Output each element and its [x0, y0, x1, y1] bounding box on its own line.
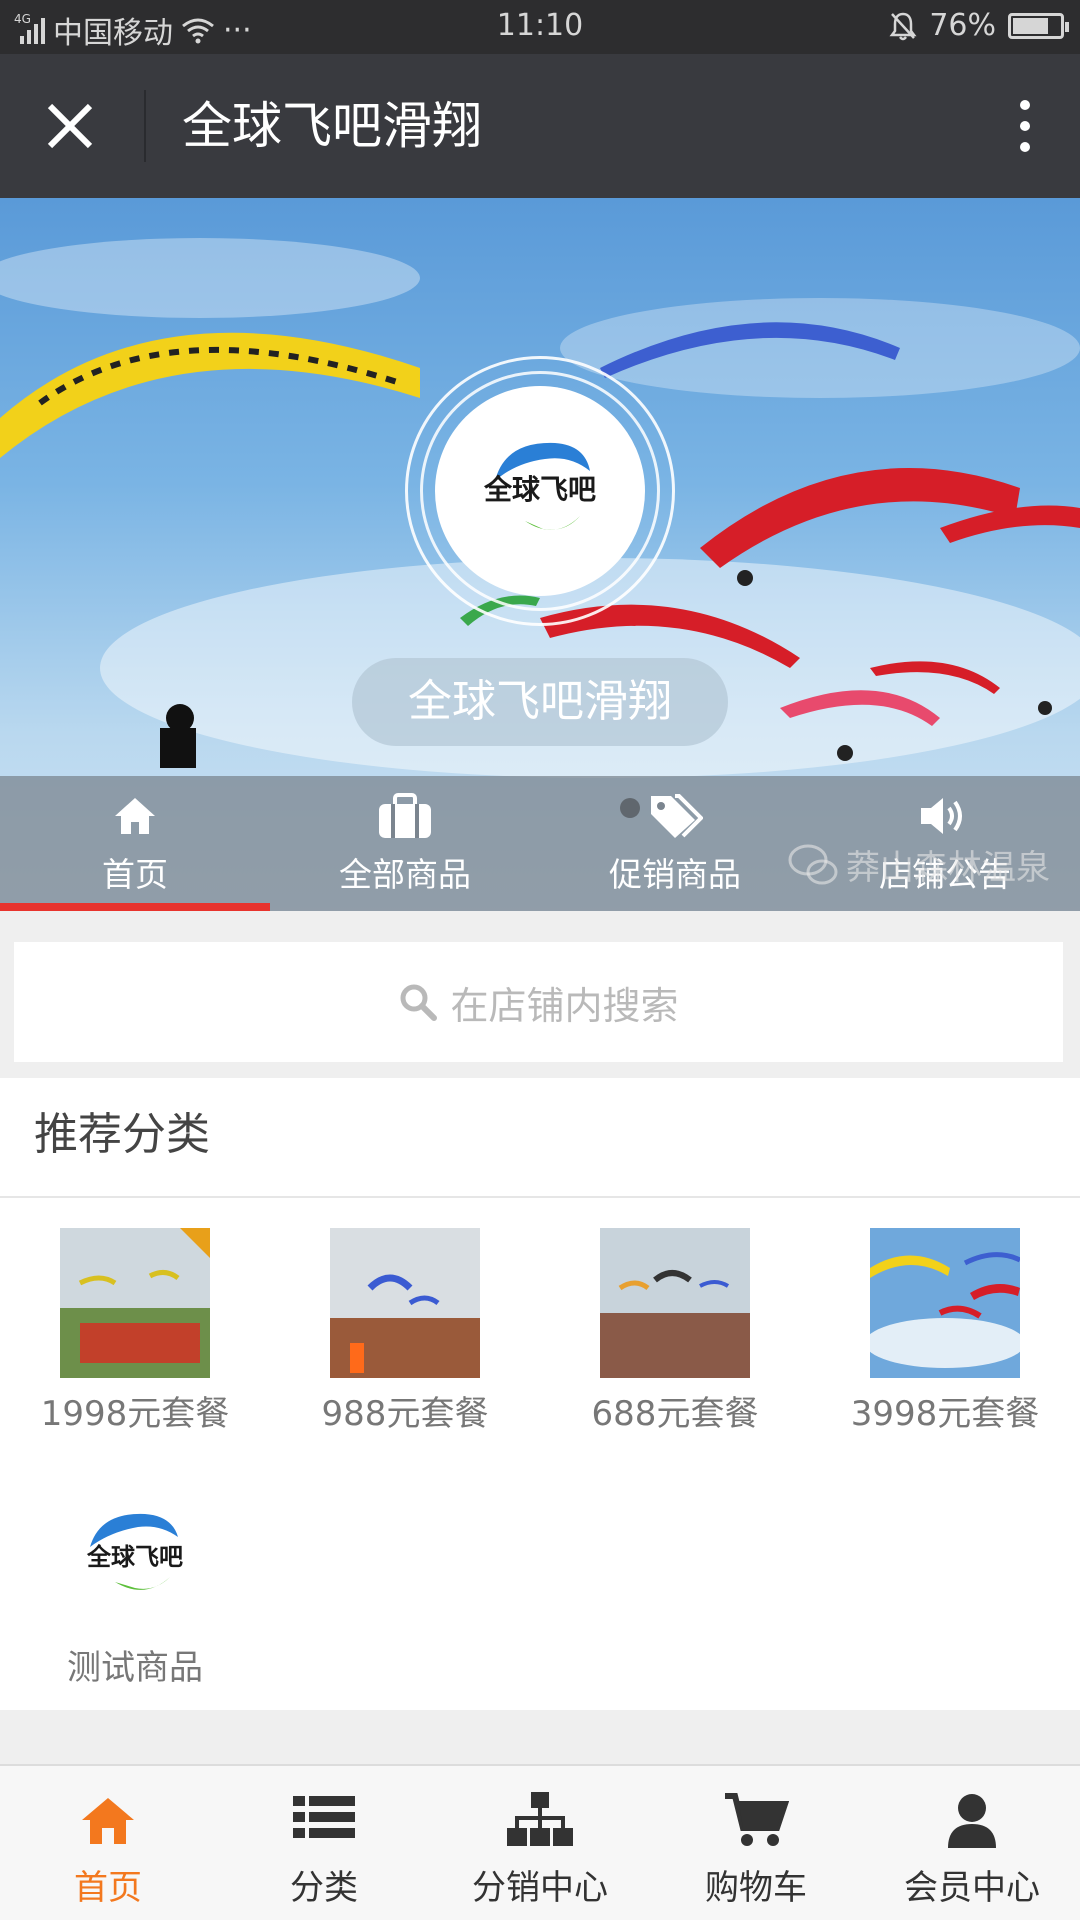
- svg-text:全球飞吧: 全球飞吧: [86, 1543, 183, 1571]
- watermark: 莽山森林温泉: [788, 840, 1050, 889]
- nav-divider: [144, 90, 146, 162]
- watermark-text: 莽山森林温泉: [846, 848, 1050, 888]
- category-thumbnail: 全球飞吧: [60, 1482, 210, 1632]
- shop-tab-promotions[interactable]: 促销商品: [540, 776, 810, 911]
- tab-label: 购物车: [705, 1868, 807, 1908]
- shop-logo[interactable]: 全球飞吧: [435, 386, 645, 596]
- user-icon: [948, 1794, 996, 1848]
- shop-tab-home[interactable]: 首页: [0, 776, 270, 911]
- tab-home[interactable]: 首页: [0, 1766, 216, 1920]
- category-label: 988元套餐: [321, 1394, 489, 1434]
- tab-label: 分类: [290, 1868, 358, 1908]
- category-thumbnail: [870, 1228, 1020, 1378]
- home-icon: [115, 797, 155, 834]
- category-thumbnail: [600, 1228, 750, 1378]
- category-item[interactable]: 988元套餐: [270, 1198, 540, 1452]
- tab-label: 首页: [74, 1868, 142, 1908]
- tab-cart[interactable]: 购物车: [648, 1766, 864, 1920]
- category-item[interactable]: 688元套餐: [540, 1198, 810, 1452]
- status-bar: 4G 中国移动 ··· 11:10 76%: [0, 0, 1080, 54]
- shop-tab-label: 促销商品: [609, 854, 741, 894]
- bell-muted-icon: [889, 12, 917, 40]
- bottom-tab-bar: 首页 分类 分销中心 购物车 会员中心: [0, 1764, 1080, 1920]
- category-item[interactable]: 1998元套餐: [0, 1198, 270, 1452]
- section-title: 推荐分类: [0, 1078, 1080, 1198]
- more-menu-icon[interactable]: [1010, 94, 1040, 158]
- search-placeholder: 在店铺内搜索: [450, 983, 679, 1028]
- search-input[interactable]: 在店铺内搜索: [14, 942, 1063, 1062]
- home-icon: [82, 1798, 134, 1844]
- speaker-icon: [921, 797, 962, 834]
- shop-tab-all-products[interactable]: 全部商品: [270, 776, 540, 911]
- category-item[interactable]: 全球飞吧 测试商品: [0, 1452, 270, 1706]
- category-label: 688元套餐: [591, 1394, 759, 1434]
- category-thumbnail: [330, 1228, 480, 1378]
- tab-distribution-center[interactable]: 分销中心: [432, 1766, 648, 1920]
- tab-categories[interactable]: 分类: [216, 1766, 432, 1920]
- battery-percent: 76%: [929, 8, 996, 43]
- tags-icon: [651, 793, 703, 838]
- list-icon: [293, 1796, 355, 1838]
- search-section: 在店铺内搜索: [0, 911, 1080, 1077]
- recommended-categories: 推荐分类 1998元套餐 988元套餐 688元套餐 3998元套餐 全球飞吧 …: [0, 1078, 1080, 1710]
- tab-label: 分销中心: [472, 1868, 608, 1908]
- shop-banner: 全球飞吧 全球飞吧滑翔 首页 全部商品 促销商品 店铺公告 莽山森林温泉: [0, 198, 1080, 911]
- search-icon: [400, 984, 438, 1021]
- category-label: 1998元套餐: [40, 1394, 230, 1434]
- briefcase-icon: [379, 792, 431, 838]
- battery-icon: [1008, 12, 1069, 39]
- shop-tab-label: 全部商品: [339, 854, 471, 894]
- cart-icon: [725, 1793, 789, 1846]
- shop-name-pill: 全球飞吧滑翔: [352, 658, 728, 746]
- nav-bar: 全球飞吧滑翔: [0, 54, 1080, 198]
- tab-label: 会员中心: [904, 1868, 1040, 1908]
- page-title: 全球飞吧滑翔: [182, 97, 482, 155]
- sitemap-icon: [507, 1792, 573, 1846]
- close-icon[interactable]: [40, 96, 100, 156]
- category-label: 测试商品: [67, 1648, 203, 1688]
- category-item[interactable]: 3998元套餐: [810, 1198, 1080, 1452]
- category-thumbnail: [60, 1228, 210, 1378]
- shop-tab-label: 首页: [102, 854, 168, 894]
- wechat-icon: [788, 844, 838, 884]
- category-label: 3998元套餐: [850, 1394, 1040, 1434]
- tab-member-center[interactable]: 会员中心: [864, 1766, 1080, 1920]
- svg-text:全球飞吧: 全球飞吧: [483, 473, 596, 506]
- brand-logo-icon: 全球飞吧: [483, 442, 596, 530]
